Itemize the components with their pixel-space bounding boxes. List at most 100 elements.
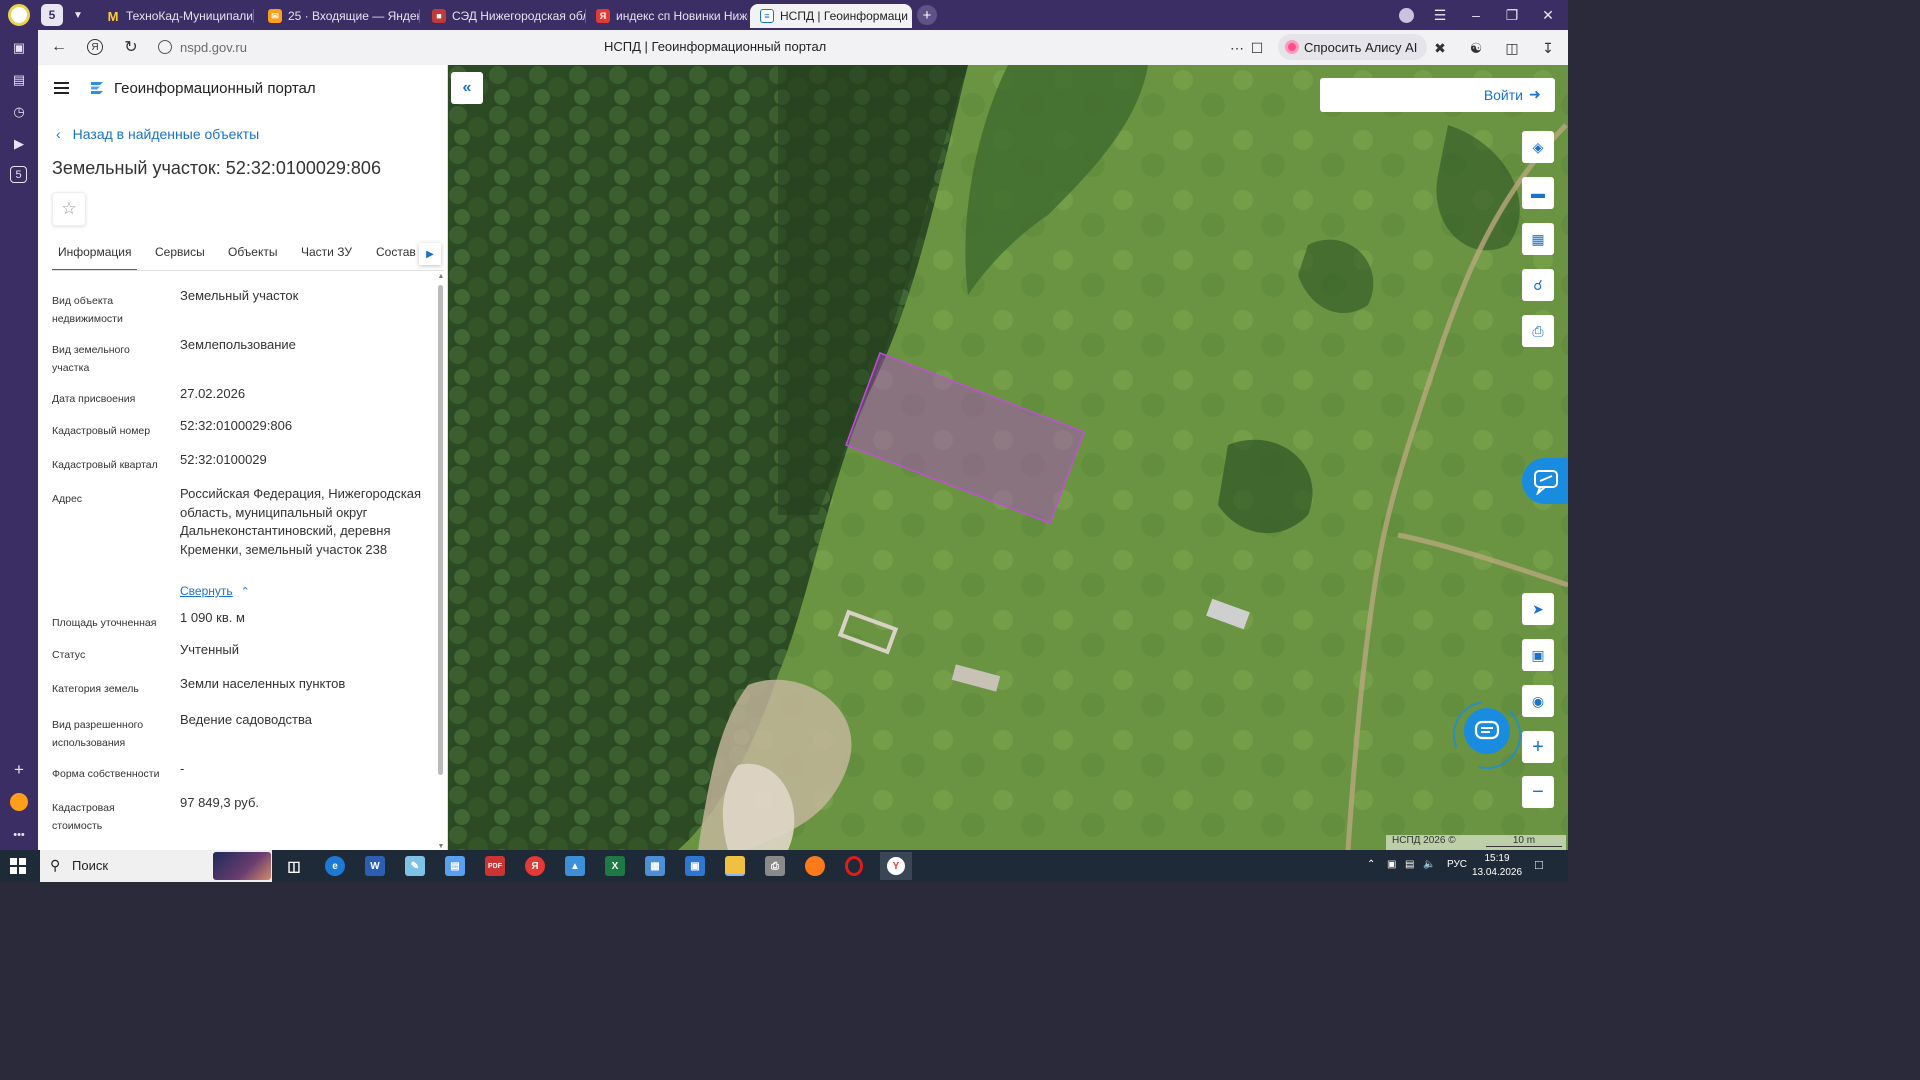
chat-assistant-button[interactable] bbox=[1452, 700, 1522, 770]
back-icon[interactable]: ← bbox=[44, 32, 74, 62]
field-label: Адрес bbox=[52, 493, 83, 505]
download-icon[interactable]: ↧ bbox=[1537, 37, 1559, 59]
network-icon[interactable]: ▤ bbox=[1405, 859, 1414, 870]
info-fields: Вид объекта недвижимости Земельный участ… bbox=[38, 279, 438, 849]
new-tab-button[interactable]: + bbox=[917, 5, 937, 25]
zoom-in-button[interactable]: + bbox=[1522, 731, 1554, 763]
tab-parts[interactable]: Части ЗУ bbox=[301, 245, 352, 259]
geolocation-button[interactable]: ➤ bbox=[1522, 593, 1554, 625]
reload-icon[interactable]: ↻ bbox=[116, 32, 146, 62]
tab-services[interactable]: Сервисы bbox=[155, 245, 205, 259]
task-view-icon[interactable]: ◫ bbox=[284, 856, 304, 876]
app-icon[interactable]: ▲ bbox=[565, 856, 585, 876]
scroll-thumb[interactable] bbox=[438, 285, 443, 775]
restore-icon[interactable]: ❐ bbox=[1494, 0, 1530, 30]
notifications-icon[interactable]: □ bbox=[1535, 857, 1543, 872]
attribution-text: НСПД 2026 © bbox=[1392, 835, 1456, 846]
windows-start-icon[interactable] bbox=[10, 858, 26, 874]
hamburger-menu-icon[interactable] bbox=[54, 82, 69, 94]
taskbar-search[interactable]: ⚲ Поиск bbox=[40, 850, 272, 882]
tray-expand-icon[interactable]: ⌃ bbox=[1367, 859, 1375, 870]
collapse-address-link[interactable]: Свернуть ⌃ bbox=[180, 584, 250, 598]
more-icon[interactable]: ••• bbox=[9, 825, 29, 845]
file-explorer-icon[interactable] bbox=[725, 856, 745, 876]
close-window-icon[interactable]: ✕ bbox=[1530, 0, 1566, 30]
notes-icon[interactable]: ▤ bbox=[9, 70, 29, 90]
excel-icon[interactable]: X bbox=[605, 856, 625, 876]
support-button[interactable] bbox=[1522, 458, 1568, 504]
tab-nspd[interactable]: ≡ НСПД | Геоинформаци ✕ bbox=[750, 4, 912, 28]
volume-icon[interactable]: 🔈 bbox=[1423, 859, 1435, 870]
mail-app-icon[interactable] bbox=[10, 793, 28, 811]
search-location-button[interactable]: ◉ bbox=[1522, 685, 1554, 717]
tab-label: индекс сп Новинки Ниже bbox=[616, 9, 748, 23]
yandex-icon[interactable]: Я bbox=[80, 32, 110, 62]
scroll-up-icon[interactable]: ▲ bbox=[436, 273, 446, 280]
video-icon[interactable]: ▶ bbox=[9, 134, 29, 154]
login-button[interactable]: Войти ➜ bbox=[1320, 78, 1555, 112]
calculator-icon[interactable]: ▦ bbox=[645, 856, 665, 876]
tab-sed[interactable]: ■ СЭД Нижегородская обл bbox=[422, 4, 586, 28]
history-icon[interactable]: ◷ bbox=[9, 102, 29, 122]
tab-yandex-mail[interactable]: ✉ 25 · Входящие — Яндекс Г bbox=[258, 4, 420, 28]
field-label: Кадастровая стоимость bbox=[52, 802, 115, 832]
share-button[interactable]: ☌ bbox=[1522, 269, 1554, 301]
collections-icon[interactable]: ▣ bbox=[9, 38, 29, 58]
url-text[interactable]: nspd.gov.ru bbox=[180, 40, 247, 55]
store-icon[interactable]: ▣ bbox=[685, 856, 705, 876]
tools-icon[interactable]: ✖ bbox=[1429, 37, 1451, 59]
collapse-panel-button[interactable]: « bbox=[451, 72, 483, 104]
edge-icon[interactable]: e bbox=[325, 856, 345, 876]
add-sidebar-icon[interactable]: + bbox=[9, 760, 29, 780]
field-label: Вид земельного участка bbox=[52, 344, 130, 374]
bookmark-icon[interactable]: ☐ bbox=[1246, 37, 1268, 59]
firefox-icon[interactable] bbox=[805, 856, 825, 876]
browser-tab-strip: 5 ▼ M ТехноКад-Муниципалите ✉ 25 · Входя… bbox=[0, 0, 1568, 30]
tab-tehnokad[interactable]: M ТехноКад-Муниципалите bbox=[96, 4, 254, 28]
tab-objects[interactable]: Объекты bbox=[228, 245, 278, 259]
back-to-results-link[interactable]: ‹ Назад в найденные объекты bbox=[56, 126, 259, 142]
profile-avatar[interactable] bbox=[8, 4, 30, 26]
tab-composition[interactable]: Состав bbox=[376, 245, 416, 259]
scroll-down-icon[interactable]: ▼ bbox=[436, 843, 446, 850]
ask-alice-button[interactable]: Спросить Алису AI bbox=[1278, 34, 1428, 60]
opera-icon[interactable] bbox=[845, 856, 863, 876]
meet-icon[interactable]: ▣ bbox=[1387, 859, 1396, 870]
tabs-scroll-right-icon[interactable]: ▶ bbox=[419, 243, 441, 265]
tab-information[interactable]: Информация bbox=[52, 245, 138, 271]
select-area-icon: ▦ bbox=[1531, 230, 1545, 247]
notes-app-icon[interactable]: ✎ bbox=[405, 856, 425, 876]
word-icon[interactable]: W bbox=[365, 856, 385, 876]
collections-bar-icon[interactable]: ◫ bbox=[1501, 37, 1523, 59]
printer-app-icon[interactable]: ⎙ bbox=[765, 856, 785, 876]
measure-button[interactable]: ▬ bbox=[1522, 177, 1554, 209]
language-indicator[interactable]: РУС bbox=[1447, 859, 1467, 870]
minimap-button[interactable]: ▣ bbox=[1522, 639, 1554, 671]
pdf-icon[interactable]: PDF bbox=[485, 856, 505, 876]
extensions-icon[interactable]: ☯ bbox=[1465, 37, 1487, 59]
yandex-app-icon[interactable]: Я bbox=[525, 856, 545, 876]
print-button[interactable]: ⎙ bbox=[1522, 315, 1554, 347]
site-security-icon[interactable] bbox=[158, 40, 172, 54]
layers-button[interactable]: ◈ bbox=[1522, 131, 1554, 163]
sidebar-badge[interactable]: 5 bbox=[10, 166, 27, 183]
yandex-browser-taskbar-button[interactable]: Y bbox=[880, 852, 912, 880]
support-chat-icon bbox=[1534, 470, 1558, 495]
favorite-star-button[interactable]: ☆ bbox=[52, 192, 86, 226]
clock[interactable]: 15:19 13.04.2026 bbox=[1470, 852, 1524, 880]
tab-yandex-search[interactable]: Я индекс сп Новинки Ниже bbox=[586, 4, 748, 28]
minimize-icon[interactable]: – bbox=[1458, 0, 1494, 30]
tab-list-chevron-icon[interactable]: ▼ bbox=[68, 6, 88, 24]
field-value: Учтенный bbox=[180, 642, 240, 657]
menu-icon[interactable]: ☰ bbox=[1422, 0, 1458, 30]
downloads-shield-icon[interactable] bbox=[1388, 0, 1424, 30]
document-icon[interactable]: ▤ bbox=[445, 856, 465, 876]
profile-badge[interactable]: 5 bbox=[41, 4, 63, 26]
more-options-icon[interactable]: ⋯ bbox=[1226, 37, 1248, 59]
login-label: Войти bbox=[1483, 87, 1523, 103]
select-area-button[interactable]: ▦ bbox=[1522, 223, 1554, 255]
zoom-out-button[interactable]: − bbox=[1522, 776, 1554, 808]
satellite-map[interactable]: « Войти ➜ ◈ ▬ ▦ ☌ ⎙ ➤ ▣ ◉ + − НСПД 2026 … bbox=[448, 65, 1568, 850]
field-value: Земли населенных пунктов bbox=[180, 676, 346, 691]
panel-scrollbar[interactable]: ▲ ▼ bbox=[436, 273, 446, 850]
